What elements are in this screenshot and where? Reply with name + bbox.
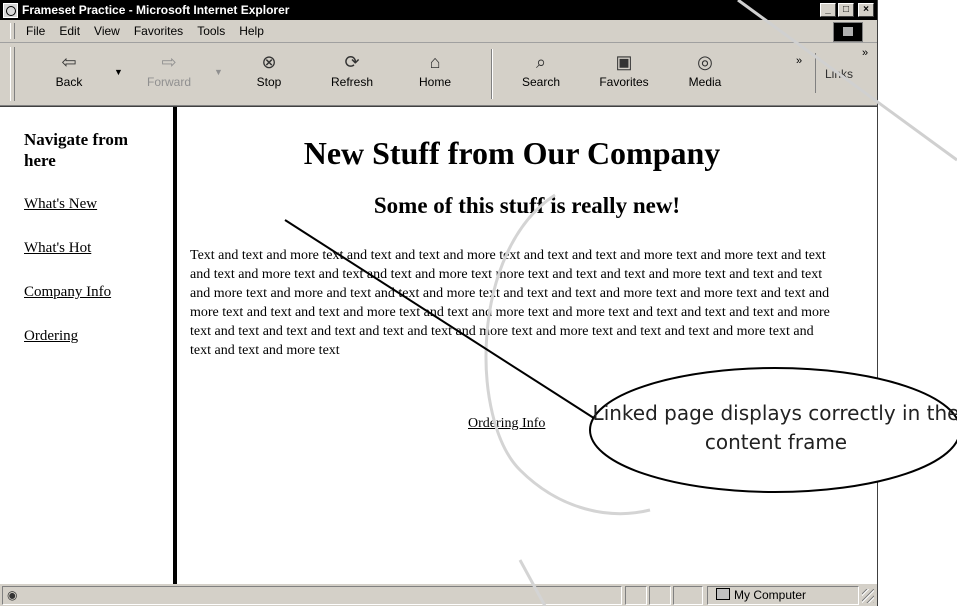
nav-link-whats-hot[interactable]: What's Hot [24, 240, 91, 257]
minimize-button[interactable]: _ [820, 3, 836, 17]
search-label: Search [521, 75, 561, 89]
home-icon: ⌂ [429, 52, 441, 72]
favorites-label: Favorites [599, 75, 649, 89]
zone-label: My Computer [734, 588, 807, 602]
ie-logo-icon [3, 2, 18, 18]
nav-link-ordering[interactable]: Ordering [24, 328, 78, 345]
menu-view[interactable]: View [94, 24, 120, 38]
stop-label: Stop [256, 75, 282, 89]
windows-logo-icon [833, 22, 863, 42]
menu-file[interactable]: File [26, 24, 45, 38]
title-bar[interactable]: Frameset Practice - Microsoft Internet E… [0, 0, 877, 20]
favorites-icon: ▣ [615, 52, 633, 72]
status-cell [649, 586, 671, 605]
back-arrow-icon: ⇦ [61, 52, 77, 72]
forward-arrow-icon: ⇨ [161, 52, 177, 72]
menu-edit[interactable]: Edit [59, 24, 80, 38]
window-title: Frameset Practice - Microsoft Internet E… [22, 3, 290, 17]
status-cell [673, 586, 703, 605]
links-toolbar[interactable]: Links [815, 53, 872, 93]
content-title: New Stuff from Our Company [303, 135, 721, 171]
search-icon: ⌕ [535, 52, 547, 72]
content-paragraph: Text and text and more text and text and… [190, 248, 830, 358]
status-cell [625, 586, 647, 605]
callout-text: Linked page displays correctly in the co… [592, 401, 957, 454]
media-icon: ◎ [697, 52, 713, 72]
ordering-info-link[interactable]: Ordering Info [468, 416, 545, 432]
back-label: Back [55, 75, 83, 89]
close-button[interactable]: × [858, 3, 874, 17]
back-button[interactable]: ⇦ Back [44, 47, 94, 101]
stop-icon: ⊗ [261, 52, 277, 72]
menu-bar: File Edit View Favorites Tools Help [0, 20, 877, 43]
search-button[interactable]: ⌕ Search [512, 47, 570, 101]
nav-heading: Navigate from here [24, 130, 129, 170]
maximize-button[interactable]: □ [838, 3, 854, 17]
content-subtitle: Some of this stuff is really new! [373, 193, 681, 218]
favorites-button[interactable]: ▣ Favorites [592, 47, 656, 101]
navigation-frame: Navigate from here What's New What's Hot… [0, 107, 173, 584]
links-label: Links [825, 67, 854, 81]
page-status-icon: ◉ [7, 588, 18, 602]
forward-dropdown-arrow-icon[interactable]: ▼ [214, 67, 223, 77]
browser-window: Frameset Practice - Microsoft Internet E… [0, 0, 878, 606]
home-label: Home [418, 75, 451, 89]
refresh-label: Refresh [330, 75, 374, 89]
menu-favorites[interactable]: Favorites [134, 24, 183, 38]
forward-label: Forward [146, 75, 191, 89]
stop-button[interactable]: ⊗ Stop [244, 47, 294, 101]
status-text-panel: ◉ [2, 586, 622, 605]
content-frame: New Stuff from Our Company Some of this … [177, 107, 877, 584]
standard-toolbar: ⇦ Back ▼ ⇨ Forward ▼ ⊗ Stop ⟳ Refresh ⌂ … [0, 43, 877, 106]
toolbar-chevron-icon[interactable]: » [796, 55, 802, 67]
computer-icon [716, 588, 730, 600]
back-dropdown-arrow-icon[interactable]: ▼ [114, 67, 123, 77]
links-chevron-icon[interactable]: » [862, 47, 868, 59]
media-label: Media [688, 75, 722, 89]
menubar-grip[interactable] [10, 23, 15, 39]
menu-help[interactable]: Help [239, 24, 264, 38]
nav-link-company-info[interactable]: Company Info [24, 284, 111, 301]
media-button[interactable]: ◎ Media [680, 47, 730, 101]
resize-grip[interactable] [862, 589, 874, 603]
status-bar: ◉ My Computer [0, 584, 877, 606]
security-zone: My Computer [707, 586, 859, 605]
toolbar-grip[interactable] [10, 47, 15, 101]
refresh-icon: ⟳ [344, 52, 360, 72]
nav-link-whats-new[interactable]: What's New [24, 196, 97, 213]
forward-button[interactable]: ⇨ Forward [140, 47, 198, 101]
toolbar-separator [491, 49, 493, 99]
menu-tools[interactable]: Tools [197, 24, 225, 38]
refresh-button[interactable]: ⟳ Refresh [322, 47, 382, 101]
frameset: Navigate from here What's New What's Hot… [0, 106, 877, 584]
home-button[interactable]: ⌂ Home [410, 47, 460, 101]
